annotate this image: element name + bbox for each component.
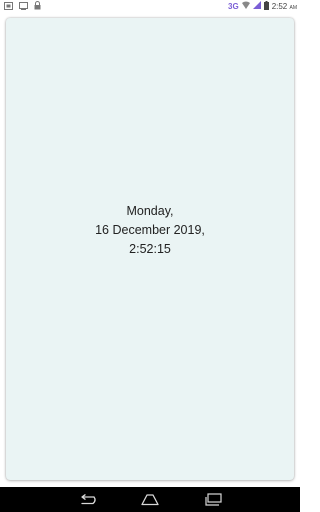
navigation-bar bbox=[0, 487, 300, 512]
recents-button[interactable] bbox=[203, 491, 225, 508]
screenshot-icon bbox=[19, 0, 28, 15]
wifi-icon bbox=[241, 1, 250, 11]
back-button[interactable] bbox=[76, 491, 98, 508]
clock-card: Monday, 16 December 2019, 2:52:15 bbox=[6, 18, 294, 480]
back-icon bbox=[81, 493, 96, 504]
recents-icon bbox=[205, 493, 222, 506]
date-label: 16 December 2019, bbox=[95, 223, 205, 237]
time-label: 2:52:15 bbox=[129, 242, 171, 256]
network-type-label: 3G bbox=[228, 1, 239, 11]
day-label: Monday, bbox=[126, 204, 174, 218]
signal-icon bbox=[252, 1, 261, 11]
notification-icon bbox=[4, 0, 13, 15]
status-bar: 3G 2:52 AM bbox=[0, 0, 300, 12]
date-time-display: Monday, 16 December 2019, 2:52:15 bbox=[6, 202, 294, 259]
notification-icons bbox=[4, 1, 41, 11]
home-button[interactable] bbox=[139, 491, 161, 508]
battery-icon bbox=[263, 0, 269, 12]
lock-icon bbox=[34, 0, 41, 15]
system-indicators: 3G 2:52 AM bbox=[228, 0, 297, 12]
home-icon bbox=[141, 494, 159, 506]
status-clock: 2:52 AM bbox=[271, 1, 297, 11]
